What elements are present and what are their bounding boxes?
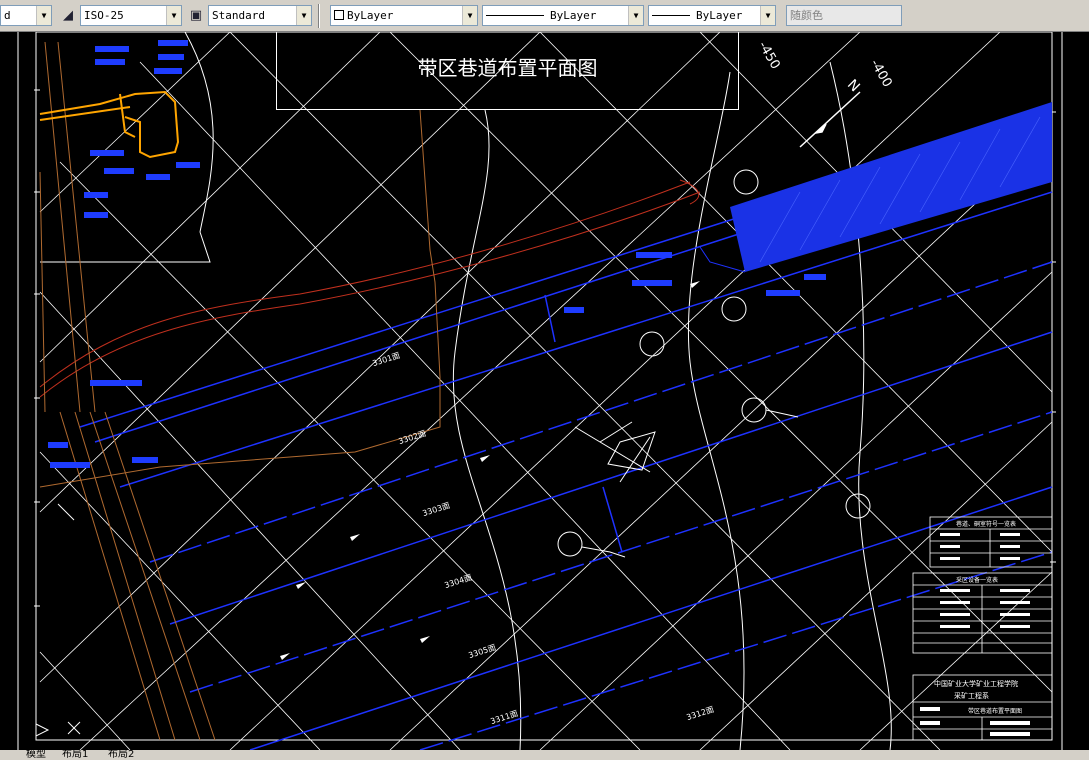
cad-drawing (17, 32, 1063, 750)
tab-layout2[interactable]: 布局2 (108, 750, 134, 760)
chevron-down-icon: ▼ (462, 6, 477, 25)
north-arrow (799, 91, 861, 148)
fault-symbol (574, 421, 656, 483)
toolbar-separator (318, 4, 320, 28)
dimension-style-value: ISO-25 (84, 9, 124, 22)
linetype-value: ByLayer (550, 9, 597, 22)
title-block-school: 中国矿业大学矿业工程学院 (934, 680, 1018, 688)
color-value: ByLayer (347, 9, 394, 22)
plot-style-dropdown: 随颜色 (786, 5, 902, 26)
drawing-title: 带区巷道布置平面图 (417, 56, 598, 80)
roadway-lines (79, 191, 1053, 750)
table-style-value: Standard (212, 9, 265, 22)
dimension-style-dropdown[interactable]: ISO-25 ▼ (80, 5, 182, 26)
flow-arrows (280, 281, 700, 660)
hatched-panel (730, 102, 1052, 272)
linetype-dropdown[interactable]: ByLayer ▼ (482, 5, 644, 26)
layout-tab-bar: 模型 布局1 布局2 (0, 750, 1089, 760)
color-dropdown[interactable]: ByLayer ▼ (330, 5, 478, 26)
annotation-mark (564, 307, 584, 313)
tab-layout1[interactable]: 布局1 (62, 750, 88, 760)
annotation-mark (50, 462, 90, 468)
shaft-structure (39, 90, 180, 159)
annotation-mark (176, 162, 200, 168)
annotation-mark (636, 252, 672, 258)
annotation-mark (48, 442, 68, 448)
properties-toolbar: d ▼ ◢ ISO-25 ▼ ▣ Standard ▼ ByLayer ▼ By… (0, 0, 1089, 32)
table-style-icon[interactable]: ▣ (186, 5, 206, 26)
annotation-mark (158, 40, 188, 46)
drawing-title-frame: 带区巷道布置平面图 (276, 32, 739, 110)
equipment-table-title: 采区设备一览表 (956, 577, 999, 584)
drawing-canvas[interactable]: 带区巷道布置平面图 -450 -400 N 3301面 3302面 3303面 … (0, 32, 1089, 750)
corner-marks (35, 503, 81, 737)
lineweight-dropdown[interactable]: ByLayer ▼ (648, 5, 776, 26)
annotation-mark (104, 168, 134, 174)
legend-table-title: 巷道、硐室符号一览表 (956, 521, 1017, 528)
annotation-mark (158, 54, 184, 60)
chevron-down-icon: ▼ (296, 6, 311, 25)
annotation-mark (632, 280, 672, 286)
color-swatch-icon (334, 10, 344, 20)
boundary-lines (39, 41, 441, 741)
annotation-mark (154, 68, 182, 74)
plot-style-value: 随颜色 (790, 9, 823, 22)
tab-model[interactable]: 模型 (26, 750, 46, 760)
annotation-mark (766, 290, 800, 296)
red-roadways (39, 179, 701, 398)
title-block-department: 采矿工程系 (954, 692, 989, 700)
chevron-down-icon: ▼ (36, 6, 51, 25)
annotation-mark (132, 457, 158, 463)
annotation-mark (95, 46, 129, 52)
annotation-mark (90, 380, 142, 386)
chevron-down-icon: ▼ (628, 6, 643, 25)
table-style-dropdown[interactable]: Standard ▼ (208, 5, 312, 26)
annotation-mark (146, 174, 170, 180)
chevron-down-icon: ▼ (760, 6, 775, 25)
layer-dropdown-value: d (4, 9, 11, 22)
drawing-border (35, 32, 1053, 741)
title-block-drawing-name: 带区巷道布置平面图 (968, 708, 1023, 715)
annotation-mark (95, 59, 125, 65)
annotation-mark (804, 274, 826, 280)
annotation-mark (84, 212, 108, 218)
lineweight-sample-icon (652, 15, 690, 16)
linetype-sample-icon (486, 15, 544, 16)
lineweight-value: ByLayer (696, 9, 743, 22)
annotation-mark (84, 192, 108, 198)
annotation-mark (90, 150, 124, 156)
dimension-style-icon[interactable]: ◢ (58, 5, 78, 26)
chevron-down-icon: ▼ (166, 6, 181, 25)
layer-dropdown[interactable]: d ▼ (0, 5, 52, 26)
